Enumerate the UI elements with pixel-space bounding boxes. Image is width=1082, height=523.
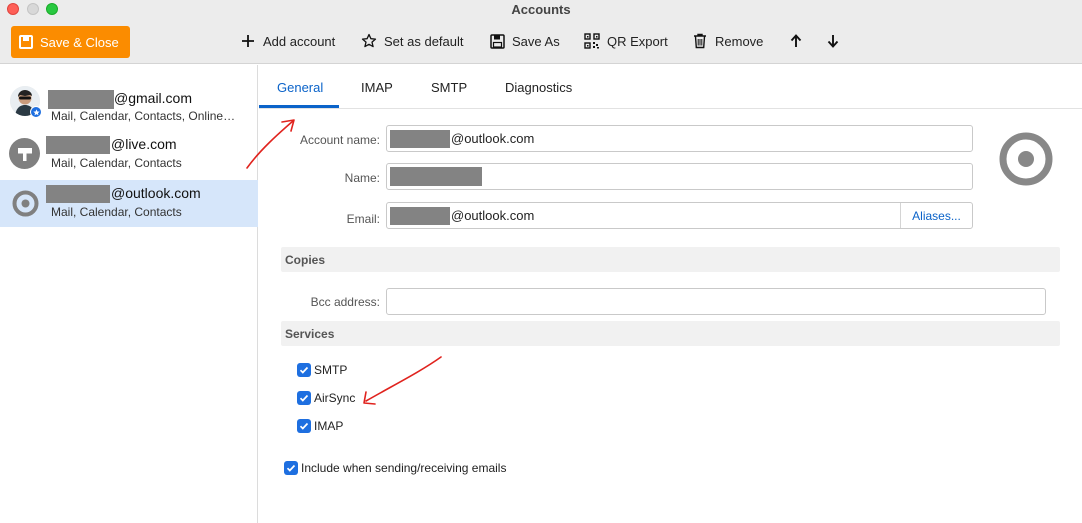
window-title: Accounts	[511, 2, 571, 17]
add-account-button[interactable]: Add account	[240, 33, 335, 49]
redacted-text	[390, 129, 450, 148]
aliases-button[interactable]: Aliases...	[900, 203, 972, 228]
service-smtp[interactable]: SMTP	[297, 363, 347, 377]
account-services: Mail, Calendar, Contacts, Online…	[51, 109, 236, 123]
add-account-label: Add account	[263, 33, 336, 49]
include-send-receive[interactable]: Include when sending/receiving emails	[284, 461, 506, 475]
save-close-label: Save & Close	[40, 34, 119, 50]
title-bar: Accounts	[0, 0, 1082, 20]
set-default-button[interactable]: Set as default	[361, 33, 464, 49]
redacted-text	[390, 167, 482, 186]
star-icon	[361, 33, 377, 49]
name-label: Name:	[344, 171, 380, 185]
redacted-username	[46, 136, 110, 154]
account-name-value: @outlook.com	[451, 131, 535, 146]
redacted-username	[48, 90, 114, 109]
email-input[interactable]: @outlook.com Aliases...	[386, 202, 973, 229]
move-up-button[interactable]	[788, 33, 804, 49]
redacted-text	[390, 206, 450, 225]
account-list: @gmail.com Mail, Calendar, Contacts, Onl…	[0, 65, 258, 523]
arrow-up-icon	[788, 33, 804, 49]
avatar	[12, 190, 39, 217]
account-email: @live.com	[111, 136, 177, 152]
default-star-badge-icon	[30, 106, 42, 118]
annotation-arrow-to-airsync	[365, 356, 442, 402]
service-airsync[interactable]: AirSync	[297, 391, 355, 405]
account-email: @outlook.com	[111, 185, 201, 201]
save-as-label: Save As	[512, 33, 560, 49]
service-label: SMTP	[314, 363, 348, 377]
checkbox-smtp[interactable]	[297, 363, 311, 377]
checkbox-imap[interactable]	[297, 419, 311, 433]
tab-smtp[interactable]: SMTP	[431, 80, 467, 95]
arrow-down-icon	[825, 33, 841, 49]
qr-code-icon	[584, 33, 600, 49]
active-tab-indicator	[259, 105, 339, 108]
checkmark-icon	[299, 394, 309, 402]
account-item-outlook[interactable]: @outlook.com Mail, Calendar, Contacts	[0, 180, 258, 227]
service-label: IMAP	[314, 419, 344, 433]
name-input[interactable]	[386, 163, 973, 190]
service-label: AirSync	[314, 391, 356, 405]
account-services: Mail, Calendar, Contacts	[51, 156, 182, 170]
copies-section-header: Copies	[281, 247, 1060, 272]
save-icon	[19, 35, 33, 49]
email-label: Email:	[346, 212, 380, 226]
qr-export-label: QR Export	[607, 33, 668, 49]
save-close-button[interactable]: Save & Close	[11, 26, 130, 58]
account-item-live[interactable]: @live.com Mail, Calendar, Contacts	[0, 133, 258, 180]
plus-icon	[240, 33, 256, 49]
service-imap[interactable]: IMAP	[297, 419, 343, 433]
checkmark-icon	[299, 366, 309, 374]
account-item-gmail[interactable]: @gmail.com Mail, Calendar, Contacts, Onl…	[0, 76, 258, 123]
account-type-ring-icon	[999, 132, 1053, 186]
checkbox-airsync[interactable]	[297, 391, 311, 405]
checkmark-icon	[286, 464, 296, 472]
tab-diagnostics[interactable]: Diagnostics	[505, 80, 572, 95]
tab-general[interactable]: General	[277, 80, 323, 95]
account-name-label: Account name:	[299, 133, 380, 147]
avatar	[9, 138, 40, 169]
move-down-button[interactable]	[825, 33, 841, 49]
set-default-label: Set as default	[384, 33, 464, 49]
qr-export-button[interactable]: QR Export	[584, 33, 668, 49]
checkbox-include-send-receive[interactable]	[284, 461, 298, 475]
remove-button[interactable]: Remove	[692, 33, 763, 49]
tab-imap[interactable]: IMAP	[361, 80, 393, 95]
account-services: Mail, Calendar, Contacts	[51, 205, 182, 219]
checkmark-icon	[299, 422, 309, 430]
email-value: @outlook.com	[451, 208, 535, 223]
account-name-input[interactable]: @outlook.com	[386, 125, 973, 152]
save-as-button[interactable]: Save As	[489, 33, 560, 49]
services-section-header: Services	[281, 321, 1060, 346]
bcc-input[interactable]	[386, 288, 1046, 315]
bcc-label: Bcc address:	[310, 295, 380, 309]
settings-tabs: General IMAP SMTP Diagnostics	[259, 65, 1082, 109]
floppy-icon	[489, 33, 505, 49]
trash-icon	[692, 33, 708, 49]
include-send-receive-label: Include when sending/receiving emails	[301, 461, 507, 475]
toolbar: Save & Close Add account Set as default …	[0, 20, 1082, 64]
redacted-username	[46, 185, 110, 203]
account-email: @gmail.com	[114, 90, 193, 106]
remove-label: Remove	[715, 33, 764, 49]
